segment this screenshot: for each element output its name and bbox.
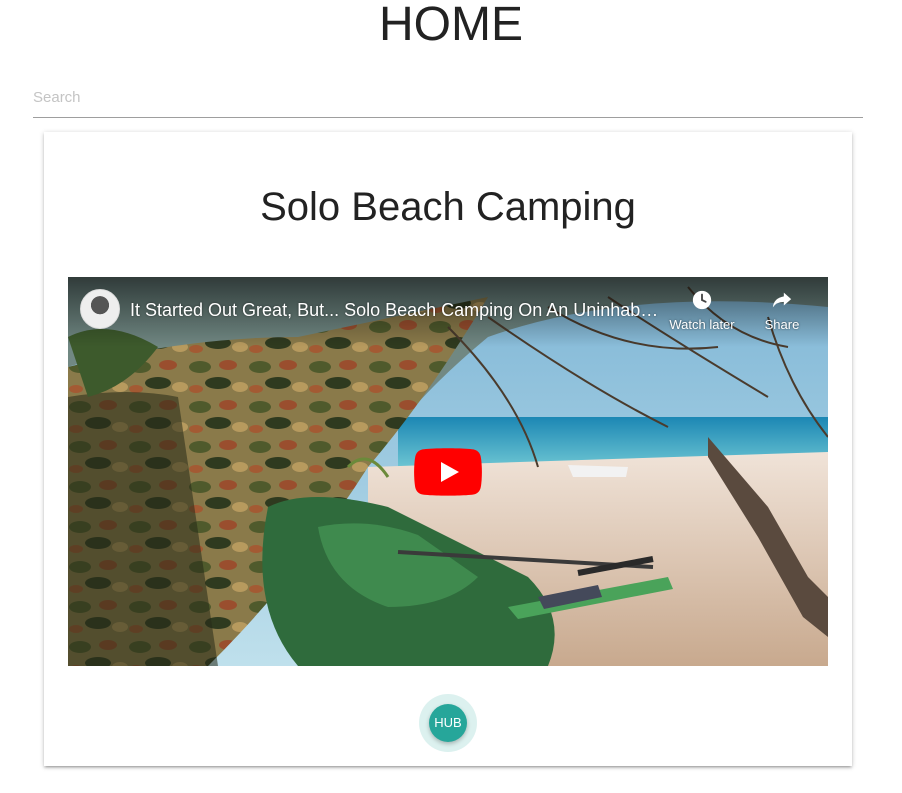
video-embed[interactable]: It Started Out Great, But... Solo Beach … (68, 277, 828, 666)
search-field (33, 78, 863, 118)
channel-avatar[interactable] (80, 289, 120, 329)
watch-later-label: Watch later (669, 317, 735, 332)
hub-button[interactable]: HUB (429, 704, 467, 742)
watch-later-button[interactable]: Watch later (662, 289, 742, 339)
clock-icon (692, 290, 712, 310)
search-input[interactable] (33, 78, 863, 116)
share-label: Share (764, 317, 800, 332)
video-title[interactable]: It Started Out Great, But... Solo Beach … (130, 299, 660, 321)
card-title: Solo Beach Camping (260, 185, 636, 229)
share-arrow-icon (772, 292, 792, 308)
play-icon[interactable] (414, 448, 482, 496)
share-button[interactable]: Share (742, 289, 822, 339)
video-card: Solo Beach Camping It Started Out Great,… (44, 132, 852, 766)
page-title: HOME (379, 0, 523, 51)
